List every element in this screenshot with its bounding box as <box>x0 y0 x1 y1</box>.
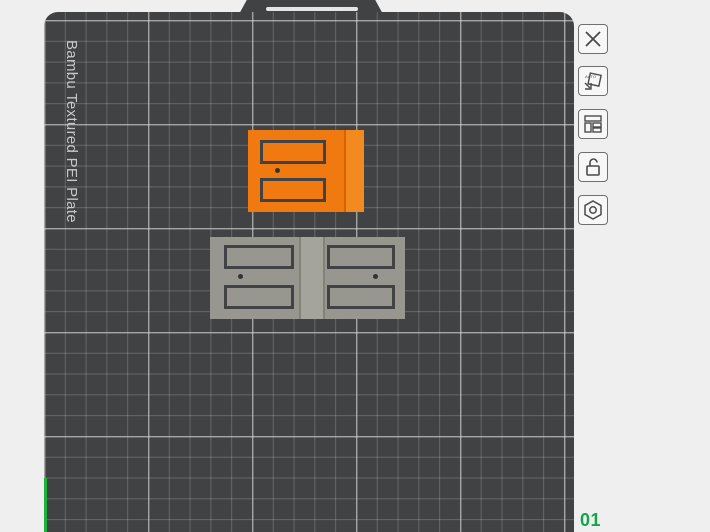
plate-index-label[interactable]: 01 <box>580 510 601 531</box>
part-rail <box>313 237 325 319</box>
part-slot <box>327 285 395 309</box>
hexagon-settings-icon <box>584 200 602 220</box>
part-slot <box>224 245 294 269</box>
part-rail <box>344 130 364 212</box>
3d-viewport[interactable]: Bambu Textured PEI Plate AUTO 01 <box>0 0 710 532</box>
part-slot <box>327 245 395 269</box>
y-axis-indicator <box>44 478 47 532</box>
svg-text:AUTO: AUTO <box>585 74 596 79</box>
part-slot <box>260 178 326 202</box>
auto-orient-button[interactable]: AUTO <box>578 66 608 96</box>
close-plate-button[interactable] <box>578 24 608 54</box>
part-rail <box>299 237 313 319</box>
lock-plate-button[interactable] <box>578 152 608 182</box>
unlock-icon <box>586 158 600 176</box>
object-part-2[interactable] <box>210 237 313 319</box>
arrange-button[interactable] <box>578 109 608 139</box>
arrange-icon <box>584 115 602 133</box>
part-hole <box>275 168 280 173</box>
plate-handle-slot <box>266 7 358 11</box>
plate-settings-button[interactable] <box>578 195 608 225</box>
close-icon <box>585 31 601 47</box>
auto-orient-icon: AUTO <box>584 72 602 90</box>
part-hole <box>238 274 243 279</box>
object-part-3[interactable] <box>313 237 405 319</box>
object-part-1-selected[interactable] <box>248 130 364 212</box>
plate-type-label: Bambu Textured PEI Plate <box>63 40 80 223</box>
part-slot <box>260 140 326 164</box>
part-hole <box>373 274 378 279</box>
part-slot <box>224 285 294 309</box>
